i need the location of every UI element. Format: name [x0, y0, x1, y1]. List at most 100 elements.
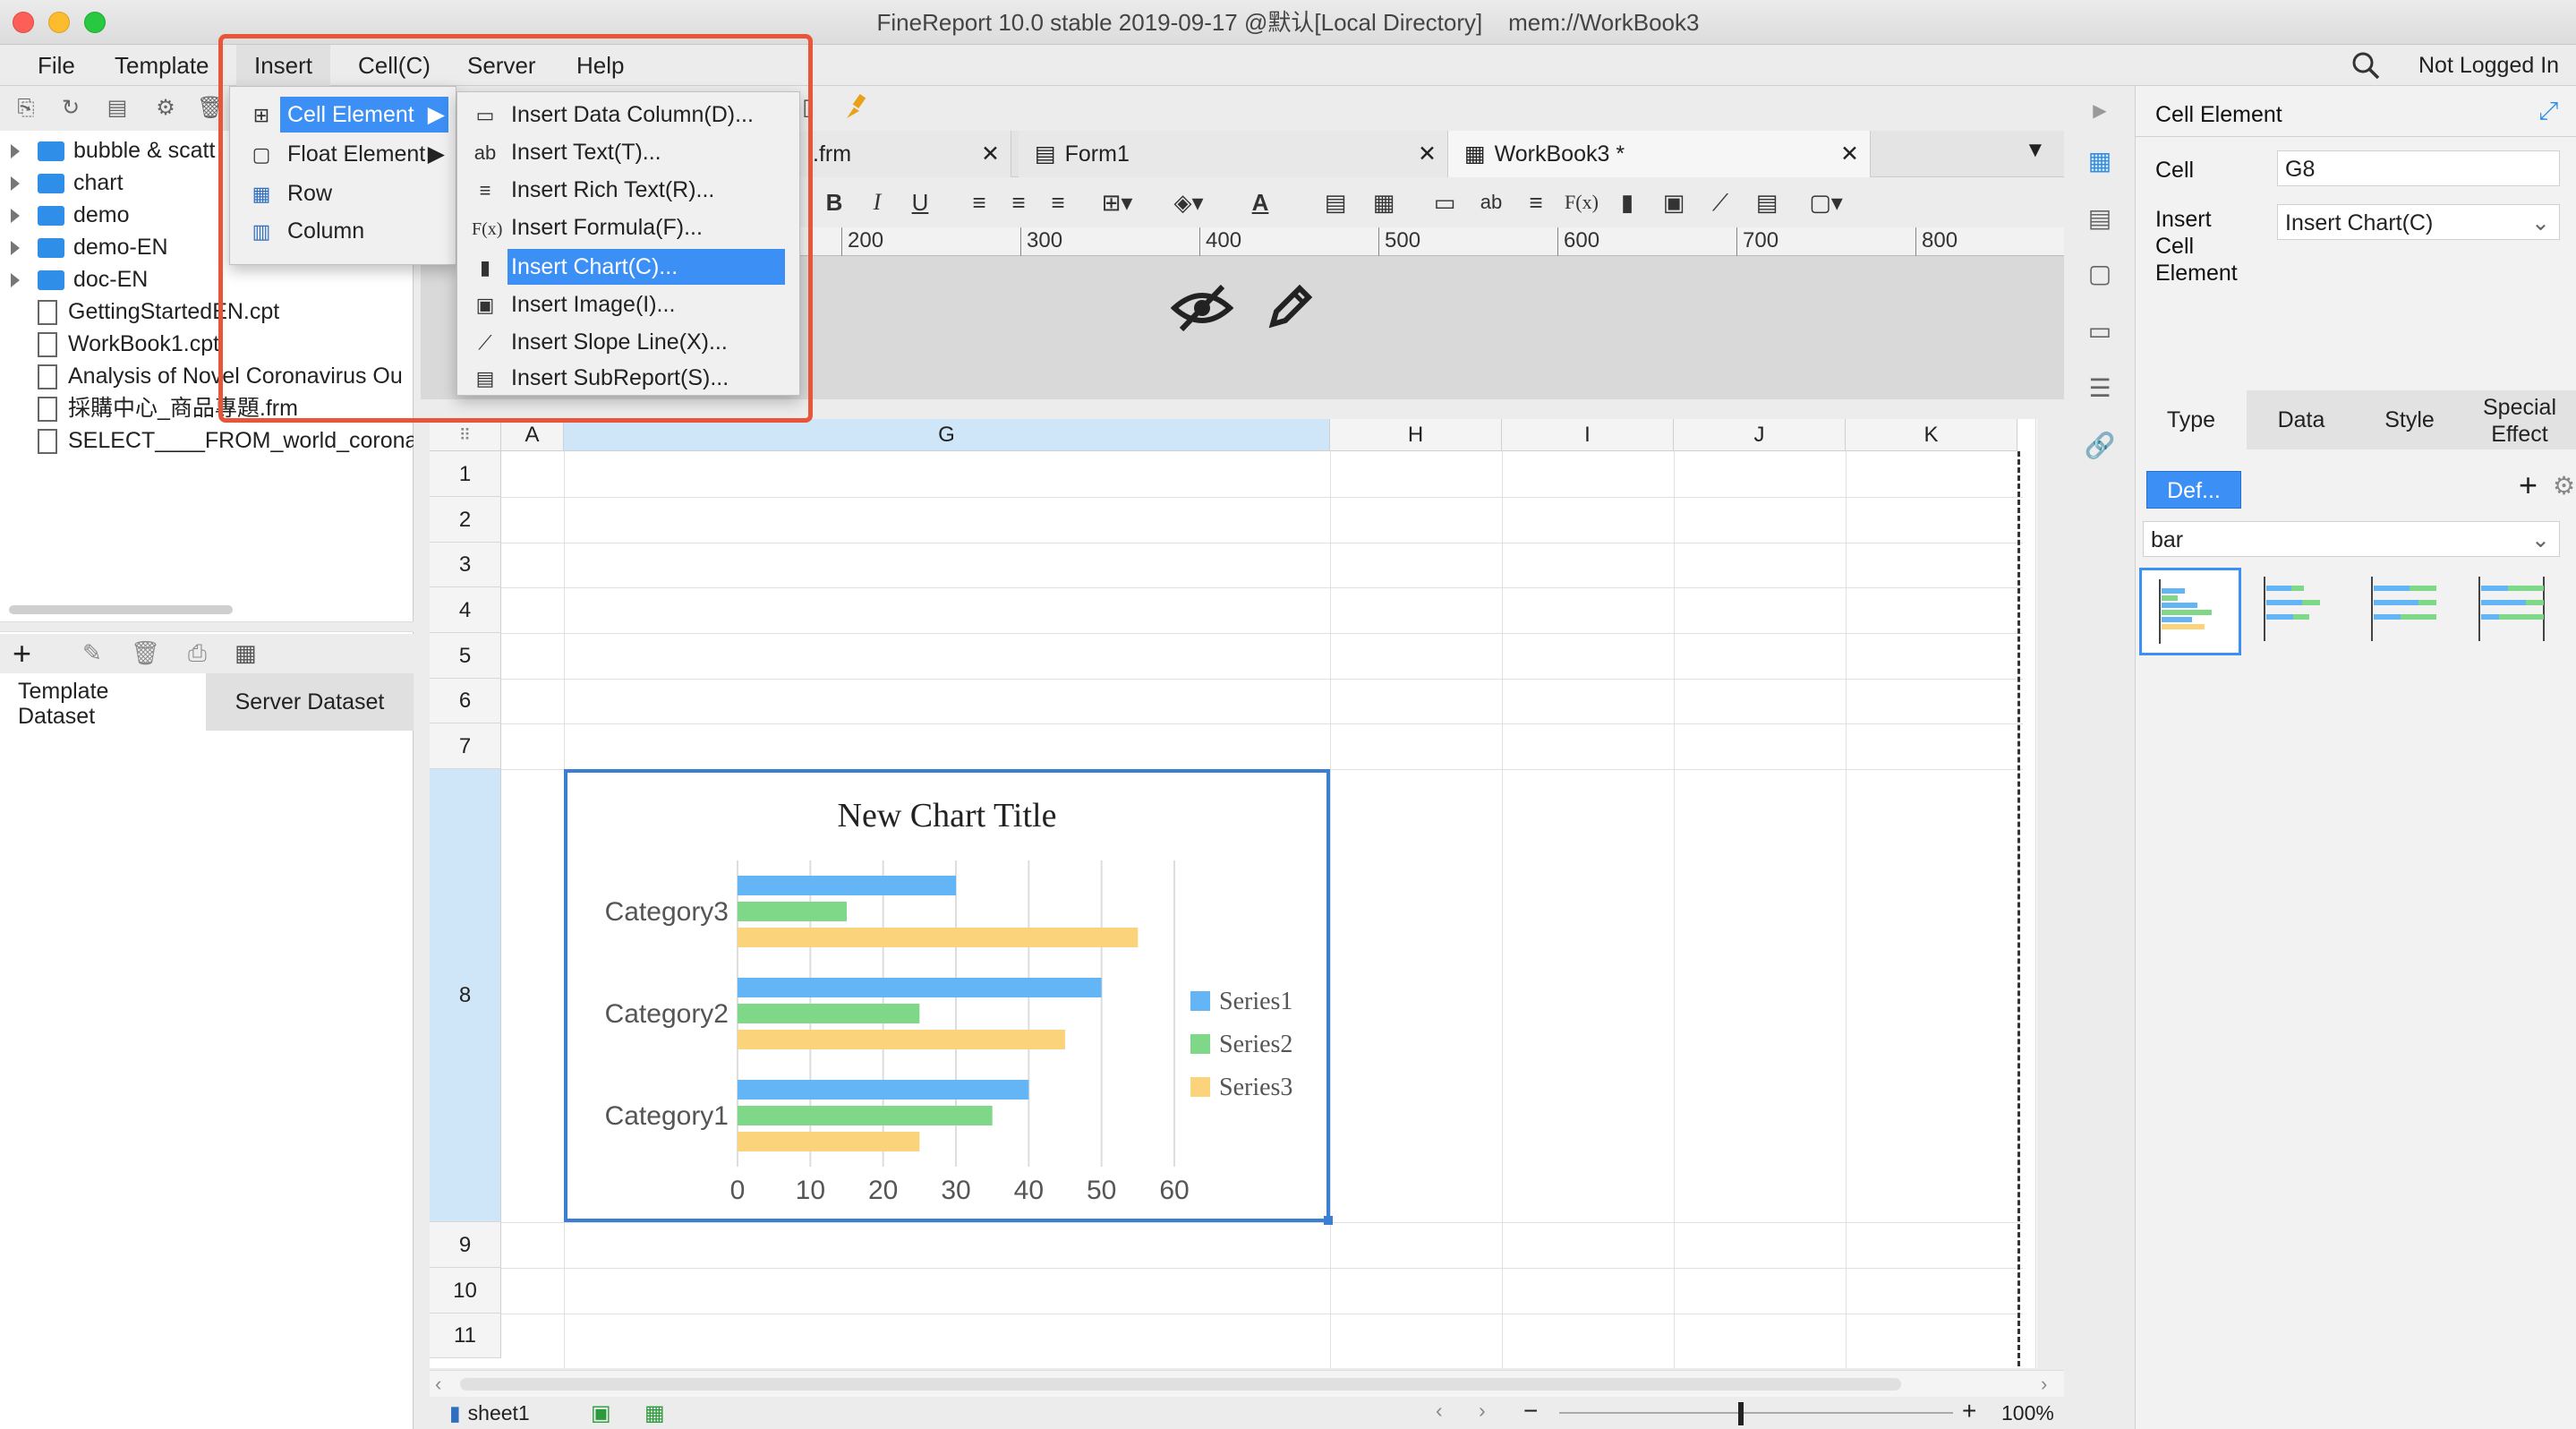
underline-button[interactable]: U [904, 186, 936, 218]
menu-file[interactable]: File [20, 45, 93, 86]
insert-formula-button[interactable]: F(x) [1559, 186, 1604, 218]
row-header[interactable]: 6 [430, 679, 501, 723]
corner-cell[interactable]: ⠿ [430, 419, 501, 451]
tab-data[interactable]: Data [2247, 390, 2356, 449]
edit-pencil-icon[interactable] [1260, 279, 1318, 337]
close-tab-icon[interactable]: ✕ [1840, 131, 1859, 177]
settings-icon[interactable]: ⚙ [152, 95, 179, 122]
row-header[interactable]: 1 [430, 451, 501, 497]
column-header[interactable]: K [1846, 419, 2017, 451]
tab-form1[interactable]: ▤ Form1 ✕ [1019, 131, 1448, 177]
tab-type[interactable]: Type [2136, 390, 2247, 449]
chart-style-option[interactable] [2461, 568, 2563, 655]
hyperlink-icon[interactable]: 🔗 [2084, 430, 2116, 462]
chart-type-select[interactable]: bar ⌄ [2143, 521, 2560, 557]
default-button[interactable]: Def... [2146, 471, 2241, 509]
condition-attribute-icon[interactable]: ☰ [2084, 372, 2116, 405]
chart-style-option[interactable] [2354, 568, 2456, 655]
tree-scrollbar[interactable] [9, 605, 233, 614]
next-sheet-icon[interactable]: › [1479, 1399, 1486, 1423]
tree-file[interactable]: SELECT____FROM_world_corona_v [0, 424, 414, 457]
cell-field[interactable]: G8 [2277, 150, 2560, 186]
login-status[interactable]: Not Logged In [2418, 45, 2559, 86]
italic-button[interactable]: I [861, 186, 893, 218]
align-right-icon[interactable]: ≡ [1042, 186, 1074, 218]
add-poly-sheet-icon[interactable]: ▦ [644, 1400, 665, 1426]
cell-border-icon[interactable]: ▢▾ [1799, 186, 1853, 218]
zoom-slider-thumb[interactable] [1738, 1402, 1744, 1425]
trash-icon[interactable]: 🗑 [131, 639, 160, 667]
cell-attribute-icon[interactable]: ▤ [2084, 202, 2116, 235]
column-header[interactable]: J [1674, 419, 1846, 451]
new-template-icon[interactable]: ⎘ [13, 95, 39, 122]
merge-cells-icon[interactable]: ▤ [1319, 186, 1352, 218]
selection-handle[interactable] [1324, 1216, 1333, 1225]
refresh-icon[interactable]: ↻ [57, 95, 84, 122]
column-header[interactable]: G [564, 419, 1330, 451]
horizontal-scrollbar[interactable]: ‹ › [430, 1370, 2064, 1397]
expand-arrow-icon[interactable] [11, 144, 20, 159]
border-icon[interactable]: ⊞▾ [1101, 186, 1133, 218]
collapse-arrow-icon[interactable]: ▶ [2084, 95, 2116, 127]
add-sheet-icon[interactable]: ▣ [591, 1400, 611, 1426]
zoom-out-button[interactable]: − [1523, 1397, 1538, 1425]
column-header[interactable]: I [1502, 419, 1674, 451]
zoom-slider[interactable] [1559, 1412, 1953, 1414]
row-header[interactable]: 4 [430, 587, 501, 633]
row-header[interactable]: 7 [430, 723, 501, 769]
expand-panel-icon[interactable]: ⤢ [2538, 97, 2558, 126]
zoom-in-button[interactable]: + [1962, 1397, 1976, 1425]
expand-arrow-icon[interactable] [11, 273, 20, 288]
template-dataset-tab[interactable]: Template Dataset [0, 673, 206, 731]
row-header[interactable]: 8 [430, 769, 501, 1222]
add-dataset-icon[interactable]: + [13, 637, 31, 670]
menu-template[interactable]: Template [97, 45, 227, 86]
row-header[interactable]: 2 [430, 497, 501, 543]
splitter[interactable] [0, 621, 414, 632]
search-icon[interactable] [2350, 50, 2381, 81]
subreport-icon[interactable]: ▤ [1751, 186, 1783, 218]
expand-arrow-icon[interactable] [11, 176, 20, 192]
insert-text-button[interactable]: ab [1475, 186, 1507, 218]
scroll-left-icon[interactable]: ‹ [435, 1373, 441, 1396]
rich-text-icon[interactable]: ≡ [1520, 186, 1552, 218]
minimize-window-button[interactable] [48, 12, 70, 33]
row-header[interactable]: 10 [430, 1268, 501, 1313]
close-window-button[interactable] [13, 12, 34, 33]
prev-sheet-icon[interactable]: ‹ [1436, 1399, 1443, 1423]
gear-icon[interactable]: ⚙ [2553, 471, 2575, 501]
float-element-icon[interactable]: ▢ [2084, 258, 2116, 290]
bold-button[interactable]: B [818, 186, 850, 218]
close-tab-icon[interactable]: ✕ [1418, 131, 1437, 177]
tab-special-effect[interactable]: Special Effect [2463, 390, 2576, 449]
preview-icon[interactable]: ⎙ [188, 639, 207, 668]
row-header[interactable]: 5 [430, 633, 501, 679]
format-painter-icon[interactable] [841, 91, 872, 122]
tab-frm[interactable]: .frm ✕ [797, 131, 1011, 177]
widget-settings-icon[interactable]: ▭ [2084, 315, 2116, 347]
chart-cell-g8[interactable]: New Chart Title 0 10 20 30 40 50 60 Category1 Cat… [564, 769, 1330, 1222]
scroll-thumb[interactable] [460, 1378, 1901, 1390]
expand-arrow-icon[interactable] [11, 209, 20, 224]
vertical-scrollbar[interactable] [2035, 419, 2036, 1368]
dataset-settings-icon[interactable]: ▦ [235, 639, 257, 667]
insert-data-column-icon[interactable]: ▭ [1429, 186, 1461, 218]
add-icon[interactable]: + [2519, 467, 2538, 503]
align-left-icon[interactable]: ≡ [963, 186, 995, 218]
hide-eye-icon[interactable] [1170, 281, 1234, 335]
server-dataset-tab[interactable]: Server Dataset [206, 673, 414, 731]
insert-image-icon[interactable]: ▣ [1658, 186, 1690, 218]
column-header[interactable]: H [1330, 419, 1502, 451]
cell-element-icon[interactable]: ▦ [2084, 145, 2116, 177]
chart-style-option[interactable] [2139, 568, 2241, 655]
chart-style-option[interactable] [2247, 568, 2349, 655]
unmerge-cells-icon[interactable]: ▦ [1368, 186, 1400, 218]
template-icon[interactable]: ▤ [104, 95, 131, 122]
font-color-button[interactable]: A [1244, 186, 1276, 218]
row-header[interactable]: 9 [430, 1222, 501, 1268]
align-center-icon[interactable]: ≡ [1002, 186, 1035, 218]
slope-line-icon[interactable]: ⟋ [1704, 186, 1736, 218]
expand-arrow-icon[interactable] [11, 241, 20, 256]
close-tab-icon[interactable]: ✕ [981, 131, 1000, 177]
maximize-window-button[interactable] [84, 12, 106, 33]
